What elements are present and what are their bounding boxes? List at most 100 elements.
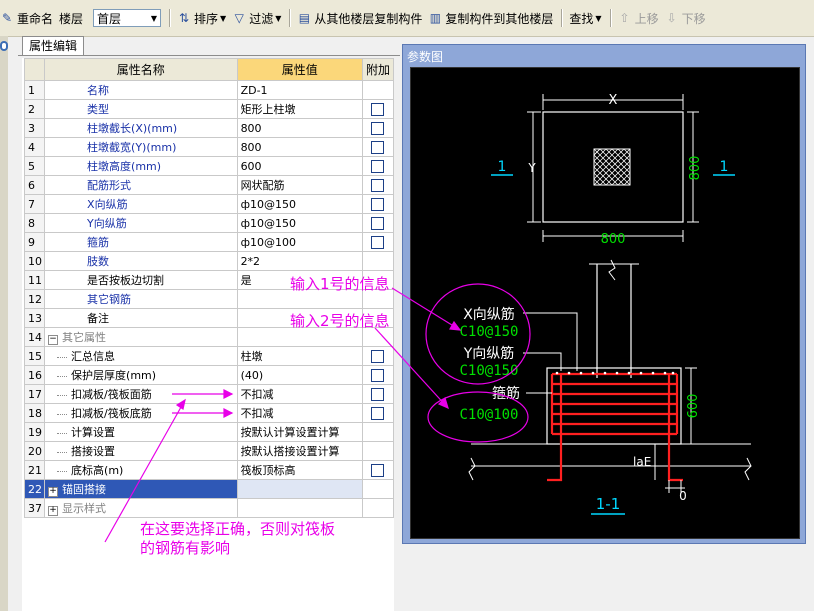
extra-cell[interactable] [361,118,395,138]
table-row[interactable]: 2 类型 矩形上柱墩 [23,99,395,119]
value-column-header[interactable]: 属性值 [236,58,363,81]
extra-checkbox[interactable] [371,235,385,249]
property-name-cell[interactable]: − 其它属性 [44,327,238,347]
copy-from-floor-button[interactable]: ▤ 从其他楼层复制构件 [297,10,423,27]
table-row[interactable]: 16 保护层厚度(mm) (40) [23,365,395,385]
property-name-cell[interactable]: 柱墩截宽(Y)(mm) [44,137,238,157]
property-value-cell[interactable]: 按默认搭接设置计算 [236,441,363,461]
extra-cell[interactable] [361,156,395,176]
extra-checkbox[interactable] [371,463,385,477]
property-value-cell[interactable]: 2*2 [236,251,363,271]
pin-icon[interactable] [0,41,8,51]
property-value-cell[interactable]: 800 [236,137,363,157]
tab-property-edit[interactable]: 属性编辑 [22,36,84,56]
extra-cell[interactable] [361,403,395,423]
property-value-cell[interactable]: ZD-1 [236,80,363,100]
property-value-cell[interactable]: 矩形上柱墩 [236,99,363,119]
floor-select[interactable]: 首层 ▼ [93,9,162,27]
table-row[interactable]: 7 X向纵筋 ф10@150 [23,194,395,214]
extra-checkbox[interactable] [371,121,385,135]
extra-checkbox[interactable] [371,140,385,154]
extra-cell[interactable] [361,99,395,119]
property-name-cell[interactable]: 柱墩高度(mm) [44,156,238,176]
property-name-cell[interactable]: 柱墩截长(X)(mm) [44,118,238,138]
extra-checkbox[interactable] [371,216,385,230]
extra-cell[interactable] [361,137,395,157]
extra-checkbox[interactable] [371,349,385,363]
property-name-cell[interactable]: 其它钢筋 [44,289,238,309]
property-name-cell[interactable]: X向纵筋 [44,194,238,214]
find-button[interactable]: 查找 ▼ [569,10,601,27]
table-row[interactable]: 5 柱墩高度(mm) 600 [23,156,395,176]
expand-icon[interactable]: + [48,506,59,516]
extra-cell[interactable] [361,175,395,195]
copy-to-floor-button[interactable]: ▥ 复制构件到其他楼层 [428,10,554,27]
table-row[interactable]: 37 + 显示样式 [23,498,395,518]
property-name-cell[interactable]: 备注 [44,308,238,328]
property-name-cell[interactable]: 扣减板/筏板底筋 [44,403,238,423]
property-value-cell[interactable]: 筏板顶标高 [236,460,363,480]
table-row[interactable]: 10 肢数 2*2 [23,251,395,271]
extra-checkbox[interactable] [371,102,385,116]
table-row[interactable]: 3 柱墩截长(X)(mm) 800 [23,118,395,138]
property-name-cell[interactable]: 保护层厚度(mm) [44,365,238,385]
property-name-cell[interactable]: 类型 [44,99,238,119]
filter-button[interactable]: ▽ 过滤 ▼ [232,10,282,27]
property-name-cell[interactable]: + 锚固搭接 [44,479,238,499]
property-name-cell[interactable]: 计算设置 [44,422,238,442]
table-row[interactable]: 20 搭接设置 按默认搭接设置计算 [23,441,395,461]
property-value-cell[interactable]: ф10@100 [236,232,363,252]
table-row[interactable]: 1 名称 ZD-1 [23,80,395,100]
property-value-cell[interactable]: 按默认计算设置计算 [236,422,363,442]
name-column-header[interactable]: 属性名称 [44,58,238,81]
table-row[interactable]: 4 柱墩截宽(Y)(mm) 800 [23,137,395,157]
property-name-cell[interactable]: 搭接设置 [44,441,238,461]
property-value-cell[interactable]: 柱墩 [236,346,363,366]
extra-checkbox[interactable] [371,387,385,401]
property-name-cell[interactable]: 扣减板/筏板面筋 [44,384,238,404]
property-name-cell[interactable]: 底标高(m) [44,460,238,480]
table-row[interactable]: 15 汇总信息 柱墩 [23,346,395,366]
sort-button[interactable]: ⇅ 排序 ▼ [177,10,226,27]
extra-cell[interactable] [361,346,395,366]
table-row[interactable]: 19 计算设置 按默认计算设置计算 [23,422,395,442]
rename-button[interactable]: ✎ 重命名 [0,10,53,27]
property-value-cell[interactable]: (40) [236,365,363,385]
table-row[interactable]: 8 Y向纵筋 ф10@150 [23,213,395,233]
extra-checkbox[interactable] [371,368,385,382]
extra-checkbox[interactable] [371,197,385,211]
extra-checkbox[interactable] [371,406,385,420]
table-row[interactable]: 21 底标高(m) 筏板顶标高 [23,460,395,480]
property-value-cell[interactable] [236,498,363,518]
property-name-cell[interactable]: 名称 [44,80,238,100]
extra-cell[interactable] [361,460,395,480]
property-value-cell[interactable]: 不扣减 [236,403,363,423]
property-name-cell[interactable]: 是否按板边切割 [44,270,238,290]
table-row[interactable]: 22 + 锚固搭接 [23,479,395,499]
property-value-cell[interactable]: 网状配筋 [236,175,363,195]
extra-cell[interactable] [361,384,395,404]
extra-cell[interactable] [361,194,395,214]
property-name-cell[interactable]: 箍筋 [44,232,238,252]
property-name-cell[interactable]: 肢数 [44,251,238,271]
table-row[interactable]: 17 扣减板/筏板面筋 不扣减 [23,384,395,404]
extra-checkbox[interactable] [371,178,385,192]
collapse-icon[interactable]: − [48,335,59,345]
extra-checkbox[interactable] [371,159,385,173]
property-value-cell[interactable]: 800 [236,118,363,138]
property-name-cell[interactable]: Y向纵筋 [44,213,238,233]
table-row[interactable]: 18 扣减板/筏板底筋 不扣减 [23,403,395,423]
table-row[interactable]: 9 箍筋 ф10@100 [23,232,395,252]
table-row[interactable]: 6 配筋形式 网状配筋 [23,175,395,195]
move-down-button[interactable]: ⇩ 下移 [665,10,706,27]
extra-cell[interactable] [361,365,395,385]
property-name-cell[interactable]: 汇总信息 [44,346,238,366]
expand-icon[interactable]: + [48,487,59,497]
property-value-cell[interactable]: ф10@150 [236,194,363,214]
property-value-cell[interactable]: 不扣减 [236,384,363,404]
property-name-cell[interactable]: + 显示样式 [44,498,238,518]
extra-cell[interactable] [361,213,395,233]
property-value-cell[interactable]: 600 [236,156,363,176]
extra-cell[interactable] [361,232,395,252]
move-up-button[interactable]: ⇧ 上移 [618,10,659,27]
